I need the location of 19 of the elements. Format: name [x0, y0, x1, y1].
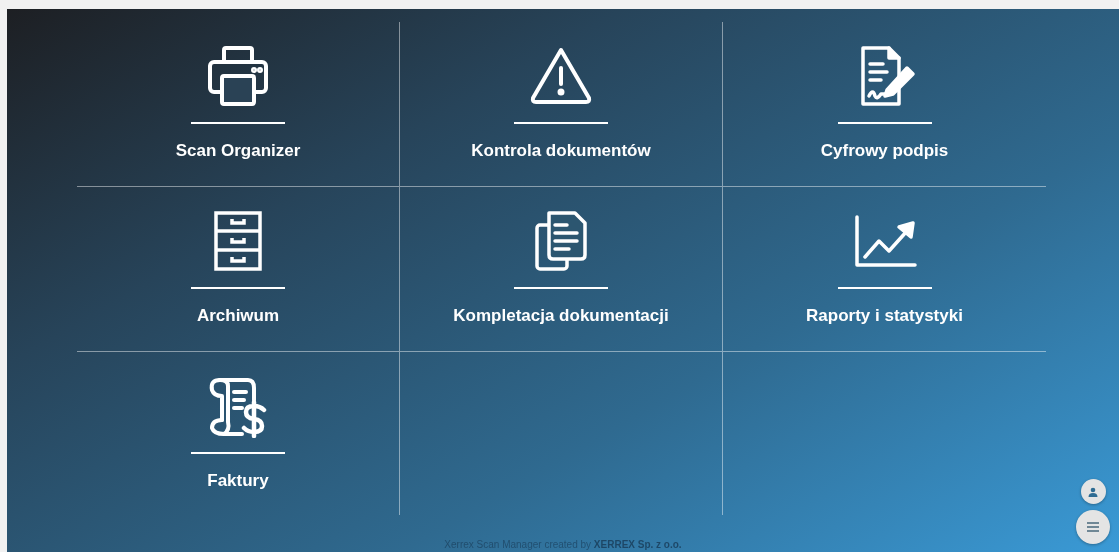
- tile-label: Faktury: [207, 471, 269, 491]
- tile-label: Raporty i statystyki: [806, 306, 963, 326]
- module-tile[interactable]: Scan Organizer: [77, 22, 400, 187]
- tile-label: Archiwum: [196, 306, 280, 326]
- menu-icon: [1087, 522, 1099, 532]
- user-button[interactable]: [1080, 479, 1106, 504]
- module-tile[interactable]: Kompletacja dokumentacji: [400, 187, 723, 352]
- tile-label: Cyfrowy podpis: [820, 141, 949, 161]
- module-tile[interactable]: Kontrola dokumentów: [400, 22, 723, 187]
- tile-label: Kompletacja dokumentacji: [453, 306, 669, 326]
- tile-label: Kontrola dokumentów: [471, 141, 651, 161]
- module-tile[interactable]: Raporty i statystyki: [723, 187, 1046, 352]
- user-icon: [1088, 486, 1098, 497]
- tile-label: Scan Organizer: [175, 141, 301, 161]
- module-tile[interactable]: Faktury: [77, 352, 400, 515]
- printer-icon: [206, 44, 270, 108]
- menu-button[interactable]: [1076, 510, 1110, 544]
- module-tile[interactable]: Cyfrowy podpis: [723, 22, 1046, 187]
- module-tile[interactable]: Archiwum: [77, 187, 400, 352]
